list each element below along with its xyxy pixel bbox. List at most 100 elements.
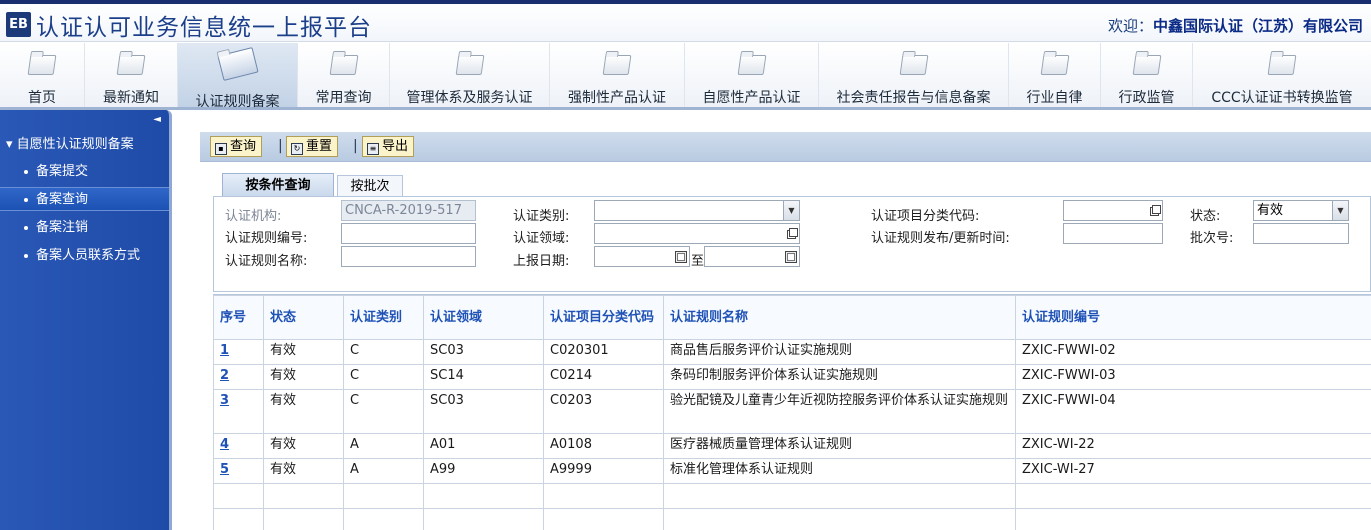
user-org-name: 中鑫国际认证（江苏）有限公司: [1152, 17, 1363, 35]
bullet-icon: [24, 225, 28, 230]
query-button[interactable]: ▪ 查询: [210, 136, 263, 157]
toolbar: ▪ 查询 | ↻ 重置 | ≡ 导出: [200, 132, 1371, 162]
bullet-icon: [24, 169, 28, 174]
sidebar: ◄ ▾ 自愿性认证规则备案 备案提交 备案查询 备案注销 备案人员联系方式: [0, 110, 172, 530]
nav-item-management-cert[interactable]: 管理体系及服务认证: [390, 43, 550, 107]
table-row-empty: [213, 483, 1371, 509]
search-form: 认证机构: CNCA-R-2019-517 认证规则编号: 认证规则名称: 认证…: [213, 196, 1371, 292]
status-label: 状态:: [1190, 209, 1221, 224]
nav-item-label: 强制性产品认证: [568, 90, 666, 106]
col-header-status: 状态: [263, 295, 344, 340]
reset-button[interactable]: ↻ 重置: [286, 136, 339, 157]
nav-item-common-query[interactable]: 常用查询: [298, 43, 390, 107]
rule-name-input[interactable]: [341, 246, 476, 267]
sidebar-item-contacts[interactable]: 备案人员联系方式: [0, 244, 169, 268]
folder-icon: [116, 55, 146, 75]
sidebar-item-query[interactable]: 备案查询: [0, 187, 169, 211]
batch-label: 批次号:: [1190, 231, 1234, 246]
row-link[interactable]: 3: [220, 393, 229, 408]
welcome-label: 欢迎：: [1107, 17, 1153, 35]
folder-icon: [329, 55, 358, 75]
nav-item-self-discipline[interactable]: 行业自律: [1009, 43, 1101, 107]
folder-icon: [602, 55, 632, 75]
toolbar-separator: |: [278, 138, 283, 154]
nav-item-label: 最新通知: [103, 90, 159, 106]
rule-name-label: 认证规则名称:: [225, 254, 308, 269]
col-header-rule-no: 认证规则编号: [1015, 295, 1371, 340]
table-row: 1 有效 C SC03 C020301 商品售后服务评价认证实施规则 ZXIC-…: [213, 339, 1371, 365]
popup-picker-icon[interactable]: [1147, 203, 1161, 218]
tab-by-batch[interactable]: 按批次: [337, 175, 403, 197]
nav-item-home[interactable]: 首页: [0, 43, 85, 107]
nav-item-ccc-conversion[interactable]: CCC认证证书转换监管: [1193, 43, 1371, 107]
col-header-item-code: 认证项目分类代码: [543, 295, 664, 340]
calendar-icon[interactable]: [783, 249, 798, 264]
org-field: CNCA-R-2019-517: [341, 200, 476, 221]
toolbar-separator: |: [353, 138, 358, 154]
category-select[interactable]: ▼: [594, 200, 800, 221]
col-header-field: 认证领域: [423, 295, 544, 340]
results-table: 序号 状态 认证类别 认证领域 认证项目分类代码 认证规则名称 认证规则编号 1…: [213, 294, 1371, 530]
app-title: 认证认可业务信息统一上报平台: [36, 15, 372, 41]
sidebar-item-label: 备案注销: [36, 220, 89, 235]
publish-time-label: 认证规则发布/更新时间:: [871, 231, 1010, 246]
report-date-end-input[interactable]: [704, 246, 800, 267]
row-link[interactable]: 1: [220, 343, 229, 358]
bullet-icon: [24, 197, 28, 202]
rule-no-label: 认证规则编号:: [225, 231, 308, 246]
report-date-start-input[interactable]: [594, 246, 690, 267]
folder-icon: [27, 55, 57, 75]
nav-item-social-responsibility[interactable]: 社会责任报告与信息备案: [819, 43, 1009, 107]
row-link[interactable]: 5: [220, 462, 229, 477]
refresh-icon: ↻: [291, 143, 303, 155]
folder-icon: [1132, 55, 1161, 75]
table-row: 3 有效 C SC03 C0203 验光配镜及儿童青少年近视防控服务评价体系认证…: [213, 389, 1371, 434]
app-header: EB 认证认可业务信息统一上报平台 欢迎：中鑫国际认证（江苏）有限公司: [0, 4, 1371, 42]
nav-item-notices[interactable]: 最新通知: [85, 43, 178, 107]
nav-item-voluntary-cert[interactable]: 自愿性产品认证: [685, 43, 819, 107]
tab-by-condition[interactable]: 按条件查询: [222, 173, 334, 197]
sidebar-item-submit[interactable]: 备案提交: [0, 160, 169, 184]
field-label: 认证领域:: [513, 231, 570, 246]
rule-no-input[interactable]: [341, 223, 476, 244]
row-link[interactable]: 4: [220, 437, 229, 452]
sidebar-item-label: 备案人员联系方式: [36, 248, 141, 263]
nav-item-label: 管理体系及服务认证: [406, 90, 533, 106]
col-header-category: 认证类别: [343, 295, 424, 340]
org-label: 认证机构:: [225, 209, 282, 224]
date-range-separator: 至: [691, 254, 705, 269]
folder-icon: [1267, 55, 1297, 75]
chevron-down-icon: ▼: [783, 201, 799, 220]
bullet-icon: [24, 253, 28, 258]
field-input[interactable]: [594, 223, 800, 244]
popup-picker-icon[interactable]: [784, 226, 798, 241]
sidebar-item-label: 备案提交: [36, 164, 89, 179]
item-code-label: 认证项目分类代码:: [871, 209, 980, 224]
sidebar-item-label: 备案查询: [36, 192, 89, 207]
nav-item-label: 首页: [28, 90, 56, 106]
nav-item-label: 行政监管: [1118, 90, 1175, 106]
main-content: ▪ 查询 | ↻ 重置 | ≡ 导出 按条件查询 按批次 认证机构: CNCA-R-2…: [175, 110, 1371, 530]
nav-item-compulsory-cert[interactable]: 强制性产品认证: [550, 43, 685, 107]
nav-item-label: CCC认证证书转换监管: [1211, 90, 1353, 106]
row-link[interactable]: 2: [220, 368, 229, 383]
nav-item-label: 自愿性产品认证: [702, 90, 801, 106]
item-code-input[interactable]: [1063, 200, 1163, 221]
nav-item-supervision[interactable]: 行政监管: [1101, 43, 1193, 107]
col-header-rule-name: 认证规则名称: [663, 295, 1016, 340]
sidebar-item-cancel[interactable]: 备案注销: [0, 216, 169, 240]
batch-input[interactable]: [1253, 223, 1349, 244]
table-row-empty: [213, 508, 1371, 530]
folder-icon: [1040, 55, 1069, 75]
sidebar-collapse-icon[interactable]: ◄: [153, 114, 161, 125]
main-nav: 首页 最新通知 认证规则备案 常用查询 管理体系及服务认证 强制性产品认证 自愿…: [0, 43, 1371, 110]
export-button[interactable]: ≡ 导出: [362, 136, 415, 157]
table-header-row: 序号 状态 认证类别 认证领域 认证项目分类代码 认证规则名称 认证规则编号: [213, 295, 1371, 340]
calendar-icon[interactable]: [673, 249, 688, 264]
status-select[interactable]: 有效 ▼: [1253, 200, 1349, 221]
nav-item-label: 认证规则备案: [195, 94, 280, 110]
nav-item-rule-filing[interactable]: 认证规则备案: [178, 43, 298, 110]
sidebar-group-voluntary-rule-filing[interactable]: ▾ 自愿性认证规则备案: [0, 134, 169, 156]
publish-time-input[interactable]: [1063, 223, 1163, 244]
nav-item-label: 常用查询: [315, 90, 372, 106]
